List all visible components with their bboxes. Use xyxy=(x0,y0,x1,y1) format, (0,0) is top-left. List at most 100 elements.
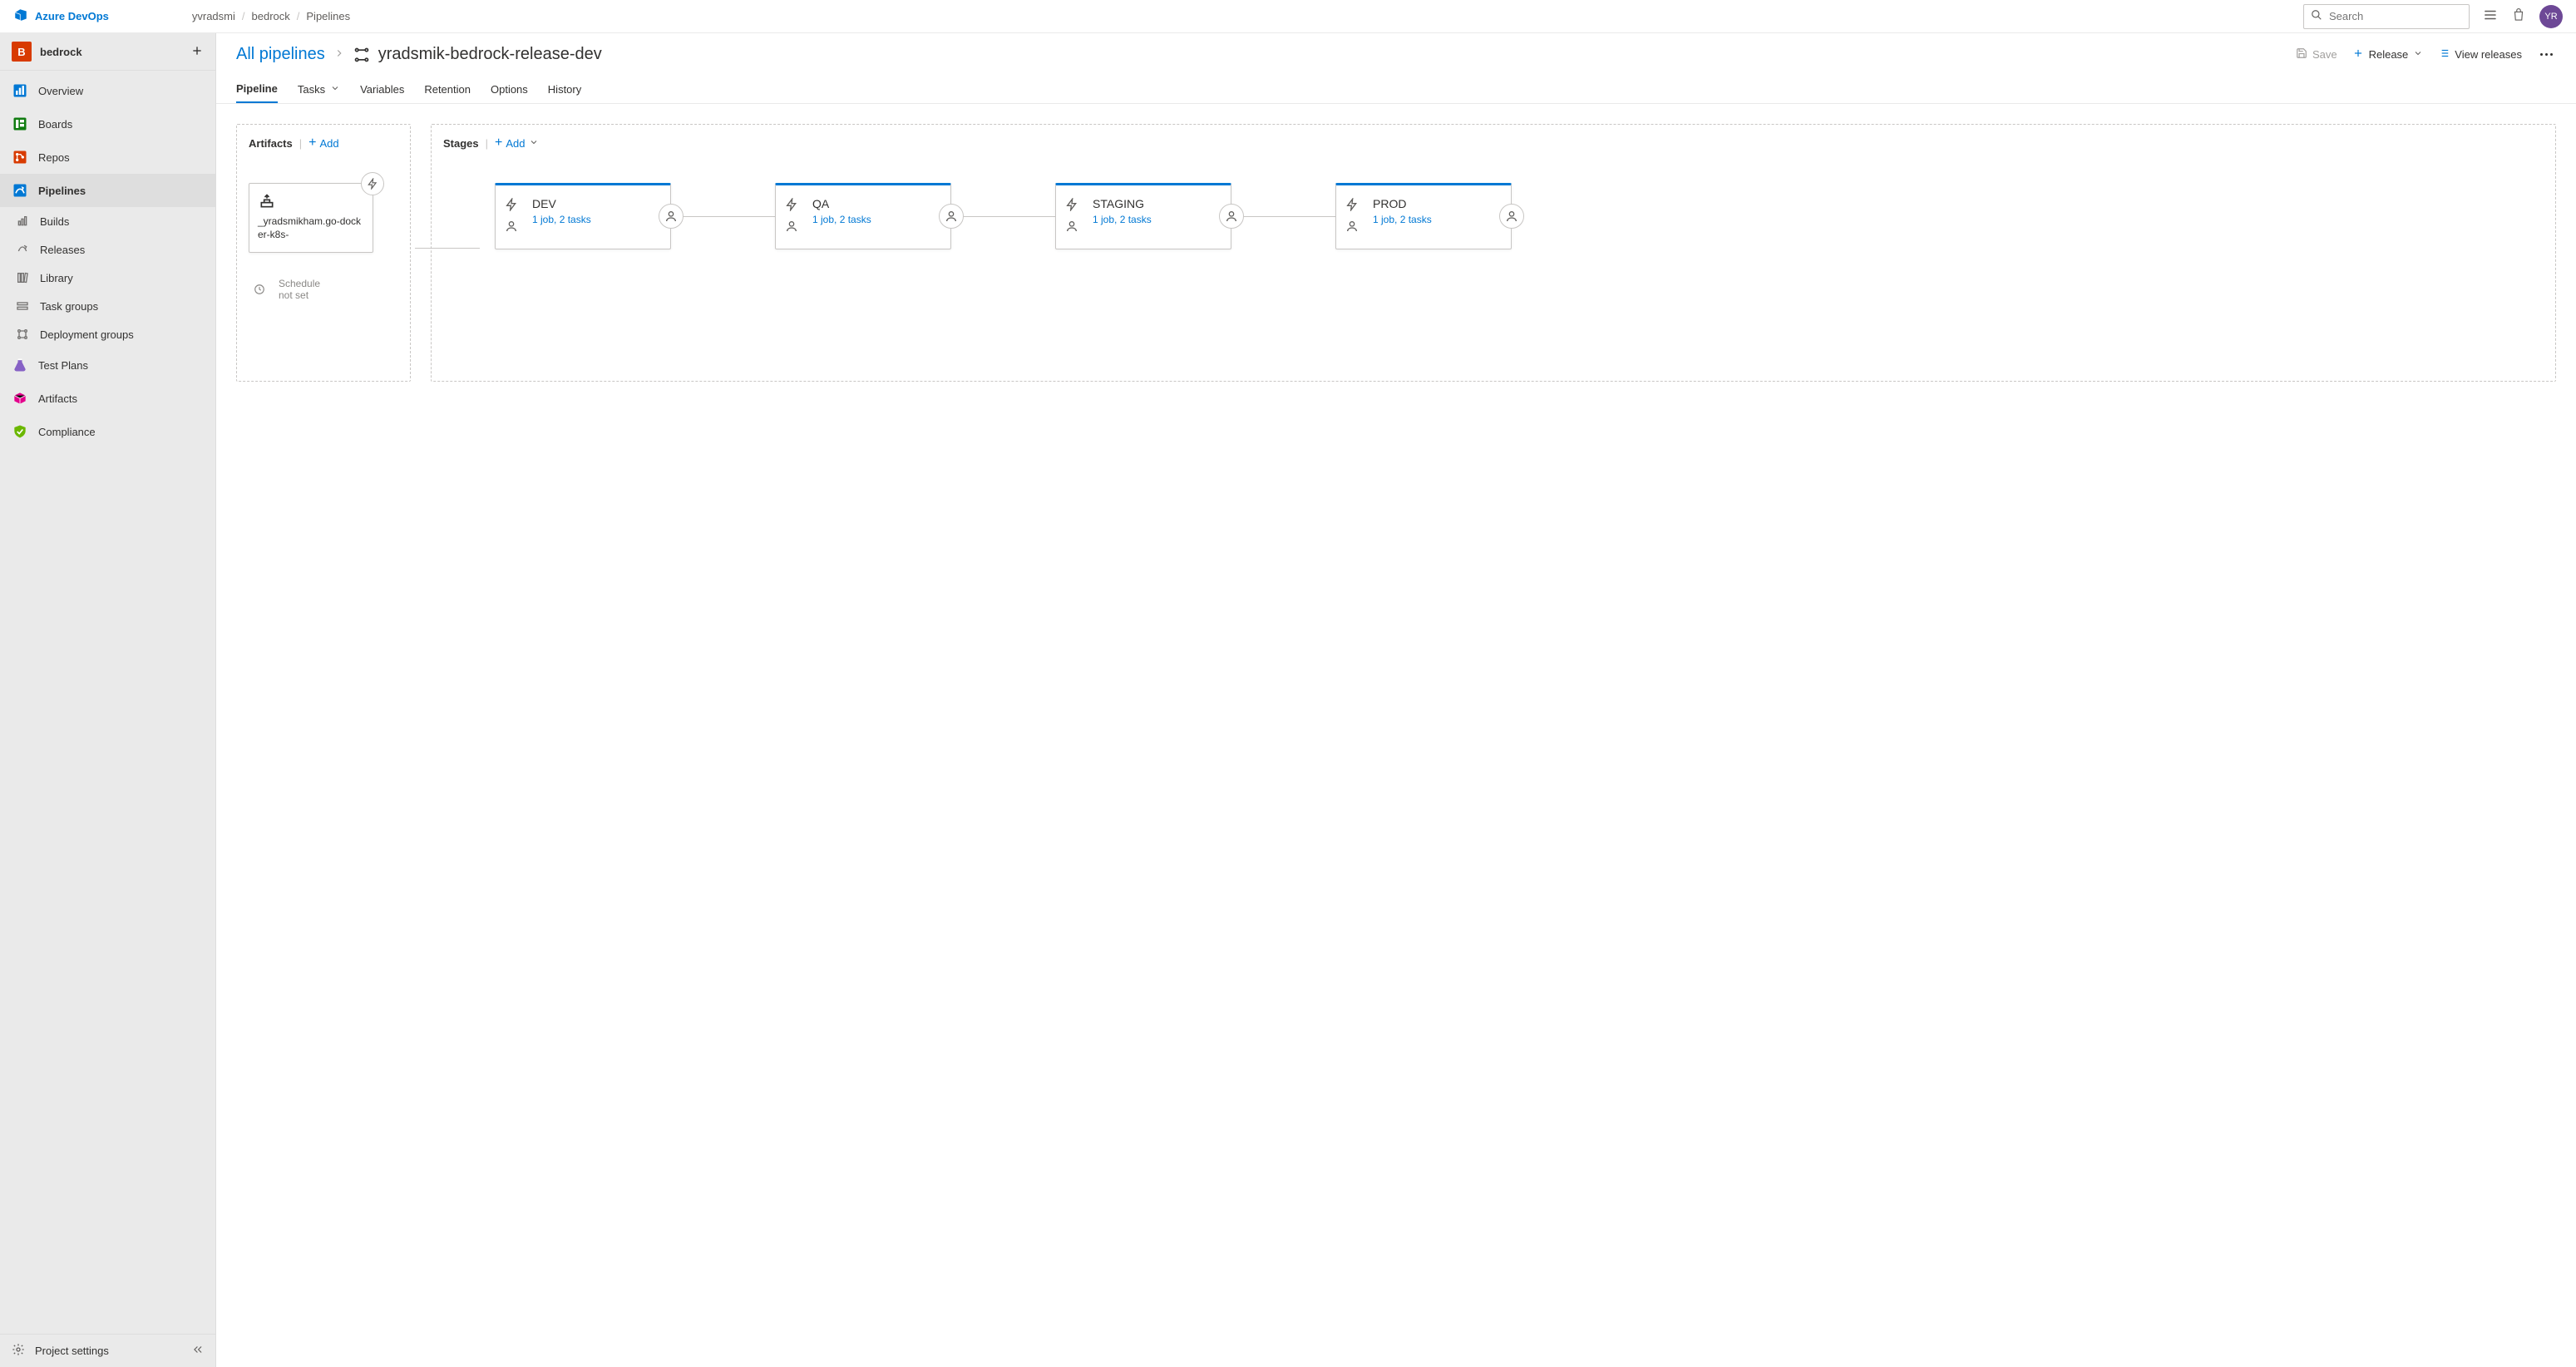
stage-tasks-link[interactable]: 1 job, 2 tasks xyxy=(532,214,657,225)
sidebar-item-overview[interactable]: Overview xyxy=(0,74,215,107)
sidebar-sub-deploymentgroups[interactable]: Deployment groups xyxy=(0,320,215,348)
stage-card[interactable]: DEV 1 job, 2 tasks xyxy=(495,183,671,249)
view-releases-button[interactable]: View releases xyxy=(2438,47,2522,62)
add-stage-button[interactable]: + Add xyxy=(495,136,538,150)
pre-deploy-trigger-icon[interactable] xyxy=(784,197,799,212)
sidebar-sub-builds[interactable]: Builds xyxy=(0,207,215,235)
pre-deploy-trigger-icon[interactable] xyxy=(1064,197,1079,212)
search-box[interactable] xyxy=(2303,4,2470,29)
add-artifact-button[interactable]: + Add xyxy=(308,136,338,150)
page-header: All pipelines yradsmik-bedrock-release-d… xyxy=(216,33,2576,64)
pipeline-title[interactable]: yradsmik-bedrock-release-dev xyxy=(378,45,602,64)
plus-icon: + xyxy=(495,136,502,150)
artifact-card[interactable]: _yradsmikham.go-docker-k8s- xyxy=(249,183,373,253)
sidebar-item-testplans[interactable]: Test Plans xyxy=(0,348,215,382)
post-deploy-approver-button[interactable] xyxy=(1499,204,1524,229)
add-artifact-label: Add xyxy=(319,137,338,150)
sidebar-sub-library[interactable]: Library xyxy=(0,264,215,292)
schedule-button[interactable]: Schedule not set xyxy=(249,278,398,301)
brand-label: Azure DevOps xyxy=(35,10,109,22)
brand-link[interactable]: Azure DevOps xyxy=(13,7,109,25)
taskgroups-icon xyxy=(15,299,30,313)
sidebar-sub-taskgroups[interactable]: Task groups xyxy=(0,292,215,320)
search-input[interactable] xyxy=(2329,10,2475,22)
list-icon xyxy=(2438,47,2450,62)
breadcrumb-area[interactable]: Pipelines xyxy=(306,10,350,22)
release-button[interactable]: Release xyxy=(2352,47,2424,62)
stage-name: DEV xyxy=(532,197,657,210)
project-name: bedrock xyxy=(40,46,182,58)
stages-panel: Stages | + Add xyxy=(431,124,2556,382)
sidebar-item-artifacts[interactable]: Artifacts xyxy=(0,382,215,415)
pipelines-icon xyxy=(12,182,28,199)
breadcrumb-project[interactable]: bedrock xyxy=(252,10,290,22)
all-pipelines-link[interactable]: All pipelines xyxy=(236,45,325,64)
connector-line xyxy=(683,216,775,217)
project-settings-link[interactable]: Project settings xyxy=(0,1334,215,1367)
sidebar-item-compliance[interactable]: Compliance xyxy=(0,415,215,448)
topbar-right: YR xyxy=(2303,4,2563,29)
save-icon xyxy=(2296,47,2307,62)
tab-options[interactable]: Options xyxy=(491,76,528,103)
pre-deploy-approver-icon[interactable] xyxy=(504,219,519,234)
release-label: Release xyxy=(2369,48,2409,61)
pre-deploy-trigger-icon[interactable] xyxy=(1345,197,1360,212)
pre-deploy-trigger-icon[interactable] xyxy=(504,197,519,212)
project-header[interactable]: B bedrock xyxy=(0,33,215,71)
post-deploy-approver-button[interactable] xyxy=(939,204,964,229)
shopping-bag-icon[interactable] xyxy=(2511,7,2526,25)
post-deploy-approver-button[interactable] xyxy=(659,204,683,229)
artifacts-title: Artifacts xyxy=(249,137,293,150)
stage-block: PROD 1 job, 2 tasks xyxy=(1335,183,1524,249)
stage-card[interactable]: STAGING 1 job, 2 tasks xyxy=(1055,183,1231,249)
sidebar-item-pipelines[interactable]: Pipelines xyxy=(0,174,215,207)
sidebar-sub-label: Library xyxy=(40,272,73,284)
azure-devops-icon xyxy=(13,7,28,25)
more-options-button[interactable] xyxy=(2537,53,2556,56)
sidebar-item-label: Pipelines xyxy=(38,185,86,197)
testplans-icon xyxy=(12,357,28,373)
pre-deploy-approver-icon[interactable] xyxy=(1064,219,1079,234)
new-item-button[interactable] xyxy=(190,44,204,60)
avatar[interactable]: YR xyxy=(2539,5,2563,28)
stage-tasks-link[interactable]: 1 job, 2 tasks xyxy=(812,214,937,225)
save-label: Save xyxy=(2312,48,2337,61)
tab-tasks[interactable]: Tasks xyxy=(298,76,340,103)
builds-icon xyxy=(15,214,30,229)
stage-name: STAGING xyxy=(1093,197,1217,210)
nav: Overview Boards Repos Pipelines xyxy=(0,71,215,1334)
sidebar-item-boards[interactable]: Boards xyxy=(0,107,215,141)
avatar-initials: YR xyxy=(2544,12,2557,22)
artifacts-panel: Artifacts | + Add xyxy=(236,124,411,382)
canvas: Artifacts | + Add xyxy=(216,104,2576,1367)
sidebar-item-label: Repos xyxy=(38,151,70,164)
list-icon[interactable] xyxy=(2483,7,2498,25)
post-deploy-approver-button[interactable] xyxy=(1219,204,1244,229)
stage-tasks-link[interactable]: 1 job, 2 tasks xyxy=(1093,214,1217,225)
stage-card[interactable]: PROD 1 job, 2 tasks xyxy=(1335,183,1512,249)
artifact-label: _yradsmikham.go-docker-k8s- xyxy=(258,215,364,241)
breadcrumb-org[interactable]: yvradsmi xyxy=(192,10,235,22)
artifacts-icon xyxy=(12,390,28,407)
main: All pipelines yradsmik-bedrock-release-d… xyxy=(216,33,2576,1367)
overview-icon xyxy=(12,82,28,99)
stage-card[interactable]: QA 1 job, 2 tasks xyxy=(775,183,951,249)
chevron-down-icon xyxy=(529,137,539,150)
sidebar-sub-label: Releases xyxy=(40,244,85,256)
tab-retention[interactable]: Retention xyxy=(424,76,471,103)
artifact-trigger-button[interactable] xyxy=(361,172,384,195)
tab-history[interactable]: History xyxy=(548,76,581,103)
collapse-sidebar-icon[interactable] xyxy=(192,1344,204,1358)
title-row: All pipelines yradsmik-bedrock-release-d… xyxy=(236,45,2556,64)
sidebar-item-label: Boards xyxy=(38,118,72,131)
pre-deploy-approver-icon[interactable] xyxy=(1345,219,1360,234)
sidebar-sub-label: Task groups xyxy=(40,300,98,313)
stage-tasks-link[interactable]: 1 job, 2 tasks xyxy=(1373,214,1498,225)
sidebar-item-label: Overview xyxy=(38,85,83,97)
stage-name: PROD xyxy=(1373,197,1498,210)
sidebar-sub-releases[interactable]: Releases xyxy=(0,235,215,264)
tab-variables[interactable]: Variables xyxy=(360,76,404,103)
sidebar-item-repos[interactable]: Repos xyxy=(0,141,215,174)
pre-deploy-approver-icon[interactable] xyxy=(784,219,799,234)
tab-pipeline[interactable]: Pipeline xyxy=(236,76,278,103)
